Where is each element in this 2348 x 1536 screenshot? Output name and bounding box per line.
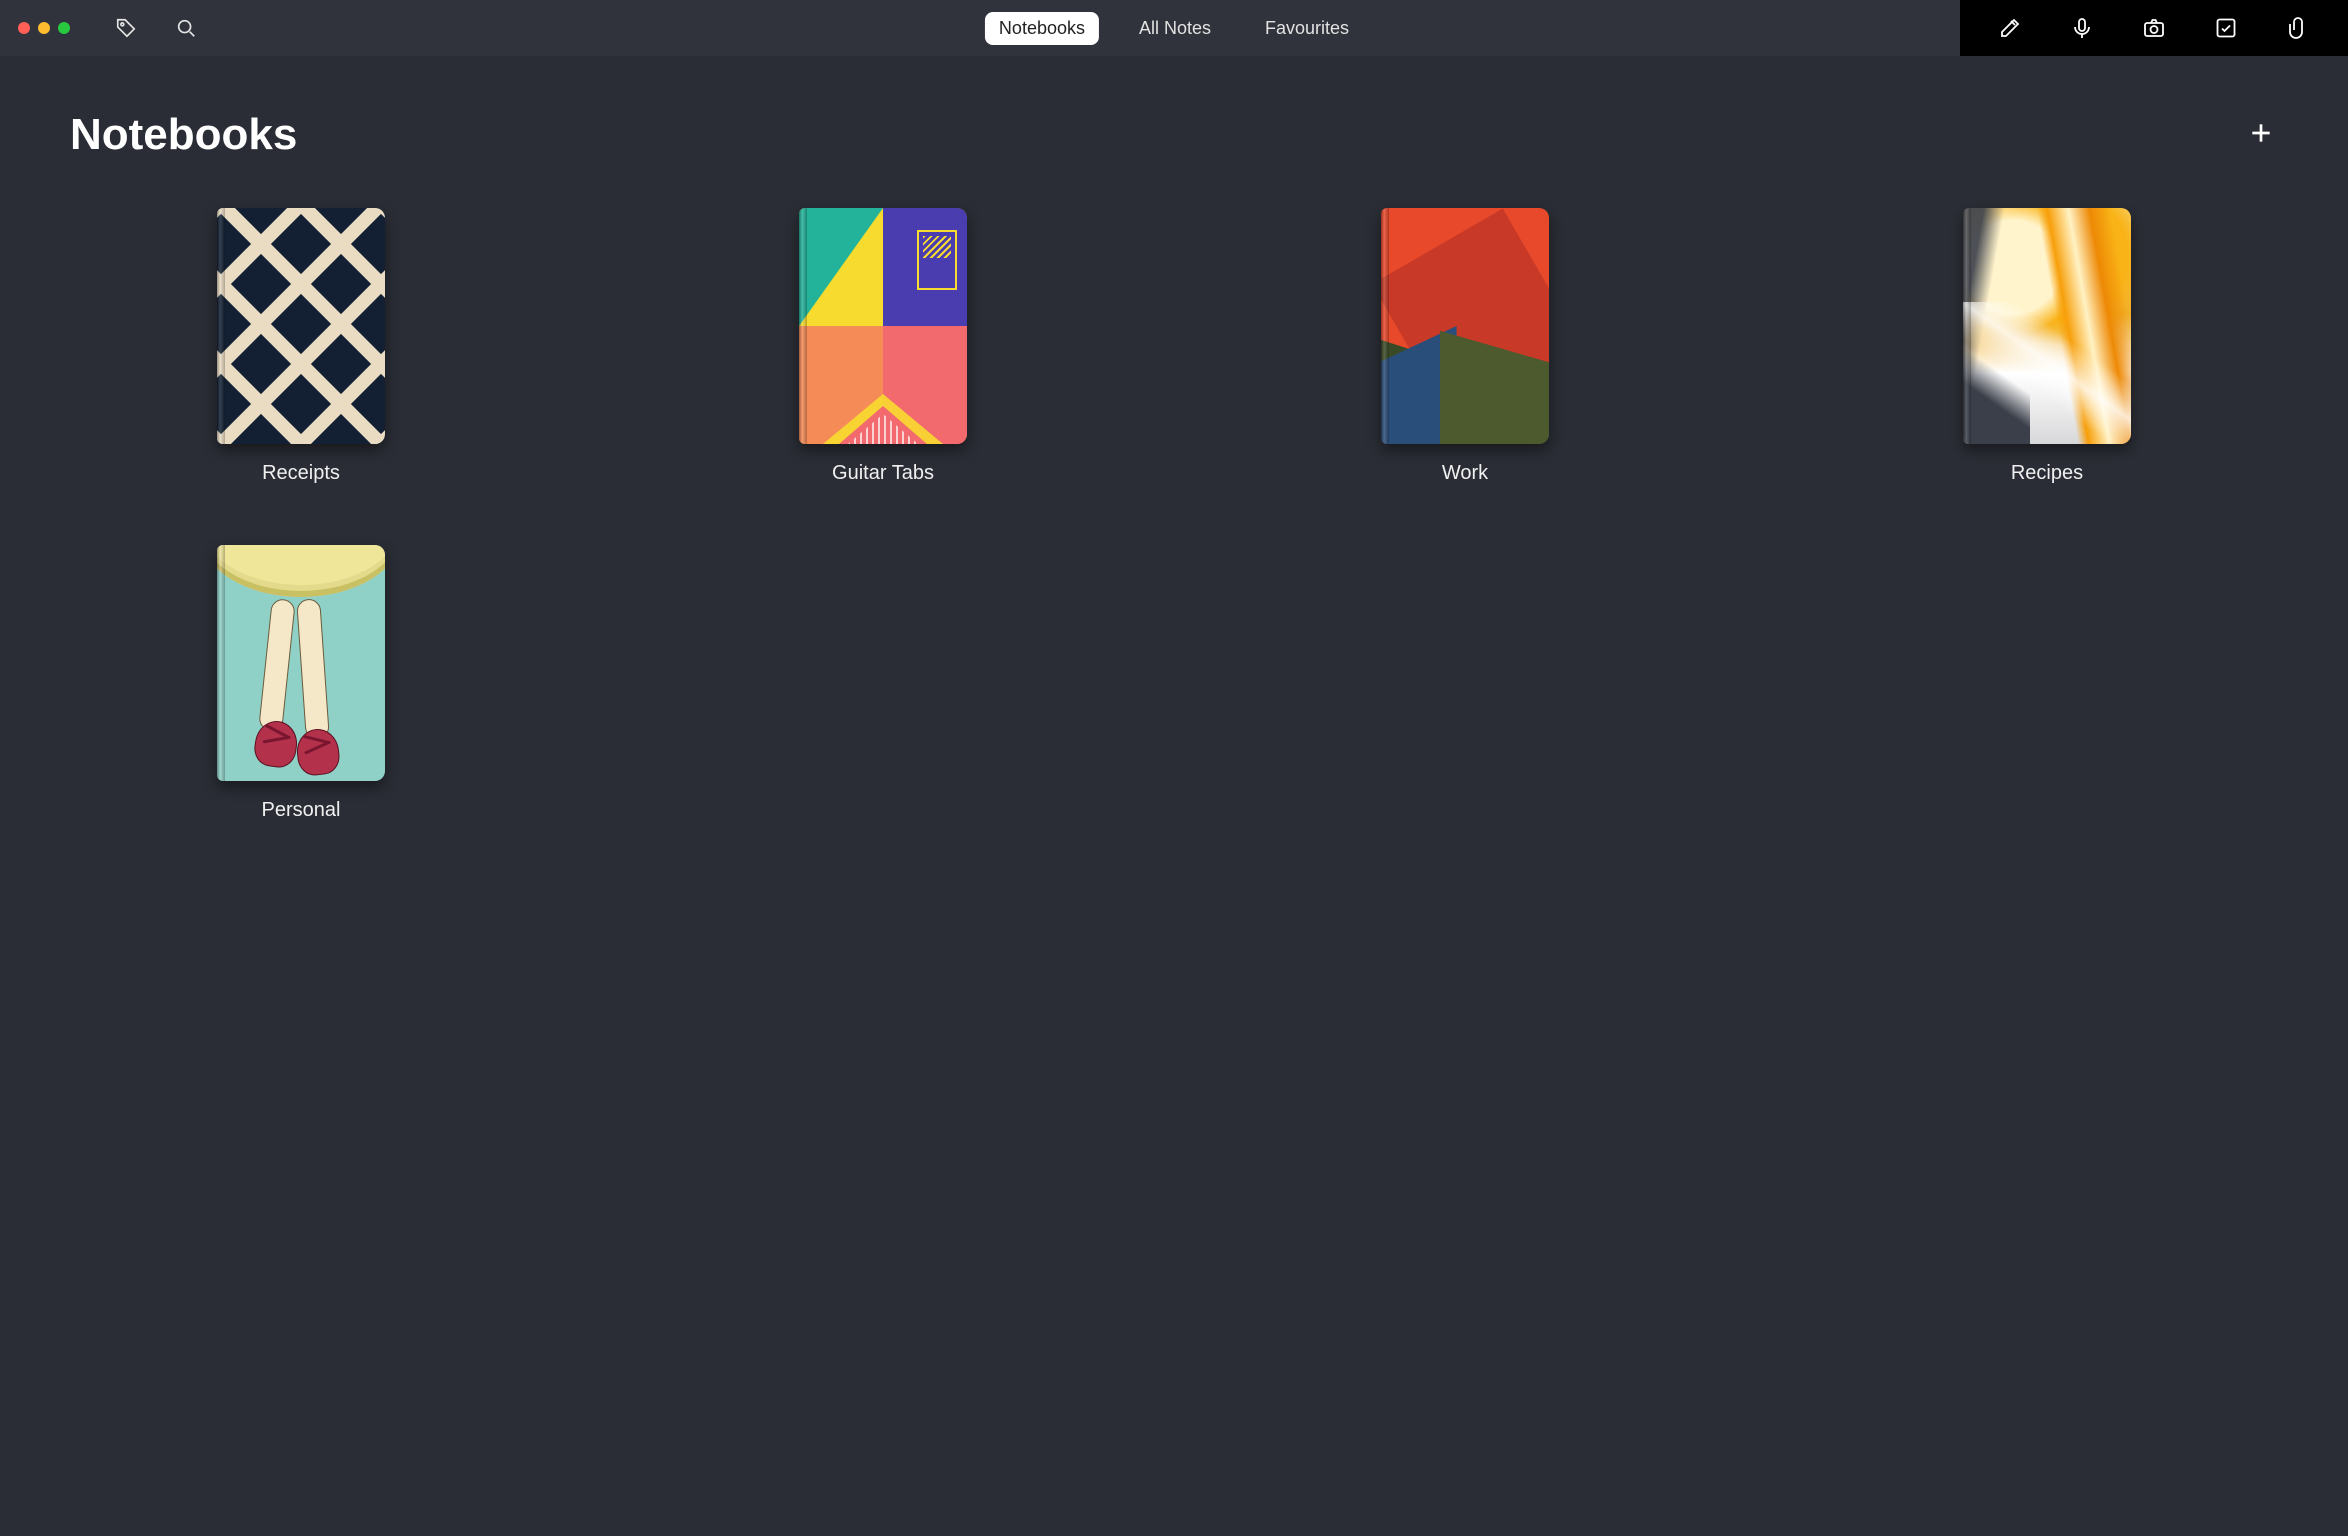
- window-minimize-button[interactable]: [38, 22, 50, 34]
- page-title: Notebooks: [70, 110, 297, 160]
- microphone-icon[interactable]: [2070, 16, 2094, 40]
- page-header: Notebooks: [70, 110, 2278, 160]
- action-toolbar: [1960, 0, 2348, 56]
- page-content: Notebooks Receipts: [0, 56, 2348, 1536]
- titlebar: Notebooks All Notes Favourites: [0, 0, 2348, 56]
- view-tabs: Notebooks All Notes Favourites: [985, 12, 1363, 45]
- window-controls: [0, 22, 70, 34]
- notebook-recipes[interactable]: Recipes: [1816, 208, 2278, 485]
- notebook-guitar-tabs[interactable]: Guitar Tabs: [652, 208, 1114, 485]
- window-close-button[interactable]: [18, 22, 30, 34]
- notebook-cover: [1381, 208, 1549, 444]
- tag-icon[interactable]: [114, 16, 138, 40]
- notebook-receipts[interactable]: Receipts: [70, 208, 532, 485]
- tab-all-notes[interactable]: All Notes: [1125, 12, 1225, 45]
- add-notebook-button[interactable]: [2248, 120, 2278, 150]
- tab-notebooks[interactable]: Notebooks: [985, 12, 1099, 45]
- notebook-work[interactable]: Work: [1234, 208, 1696, 485]
- notebook-cover: [1963, 208, 2131, 444]
- left-toolbar: [114, 16, 198, 40]
- notebook-personal[interactable]: Personal: [70, 545, 532, 822]
- camera-icon[interactable]: [2142, 16, 2166, 40]
- paperclip-icon[interactable]: [2286, 16, 2310, 40]
- search-icon[interactable]: [174, 16, 198, 40]
- notebook-cover: [217, 208, 385, 444]
- window-maximize-button[interactable]: [58, 22, 70, 34]
- notebook-cover: [217, 545, 385, 781]
- notebook-label: Personal: [262, 799, 341, 822]
- notebook-label: Work: [1442, 462, 1488, 485]
- compose-icon[interactable]: [1998, 16, 2022, 40]
- notebook-grid: Receipts Guitar Tabs Work Recipes: [70, 208, 2278, 822]
- notebook-cover: [799, 208, 967, 444]
- notebook-label: Recipes: [2011, 462, 2083, 485]
- notebook-label: Receipts: [262, 462, 340, 485]
- checkbox-icon[interactable]: [2214, 16, 2238, 40]
- tab-favourites[interactable]: Favourites: [1251, 12, 1363, 45]
- notebook-label: Guitar Tabs: [832, 462, 934, 485]
